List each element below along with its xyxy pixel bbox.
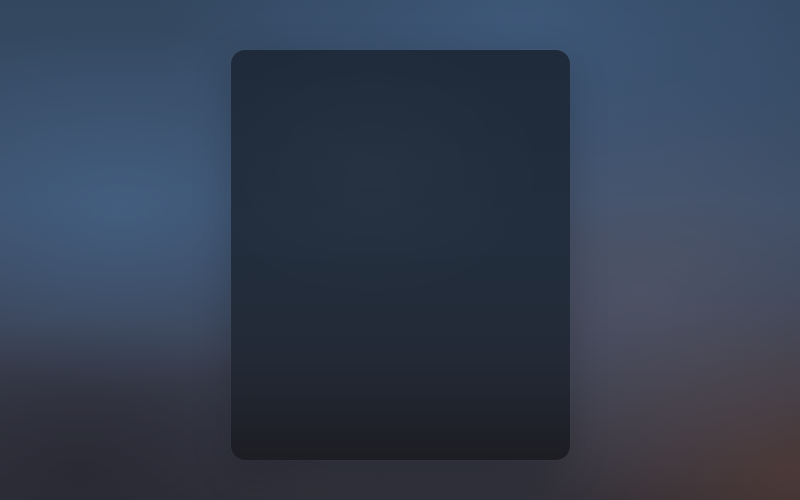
panel-surface-sheen xyxy=(231,50,570,460)
blank-dark-panel xyxy=(231,50,570,460)
